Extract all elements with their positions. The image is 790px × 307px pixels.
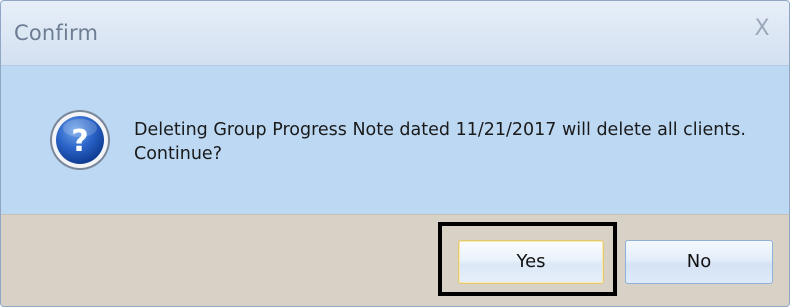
yes-button[interactable]: Yes	[458, 240, 604, 284]
svg-text:?: ?	[71, 124, 88, 159]
dialog-message: Deleting Group Progress Note dated 11/21…	[134, 120, 746, 164]
button-bar: Yes No	[1, 214, 789, 306]
title-bar[interactable]: Confirm X	[1, 1, 789, 66]
question-icon: ?	[50, 110, 110, 170]
no-button[interactable]: No	[625, 240, 773, 284]
close-button[interactable]: X	[749, 15, 775, 43]
dialog-content: ? Deleting Group Progress Note dated 11/…	[1, 66, 789, 214]
confirm-dialog: Confirm X ? Deleting Group Progress Note…	[0, 0, 790, 307]
dialog-title: Confirm	[14, 21, 99, 45]
